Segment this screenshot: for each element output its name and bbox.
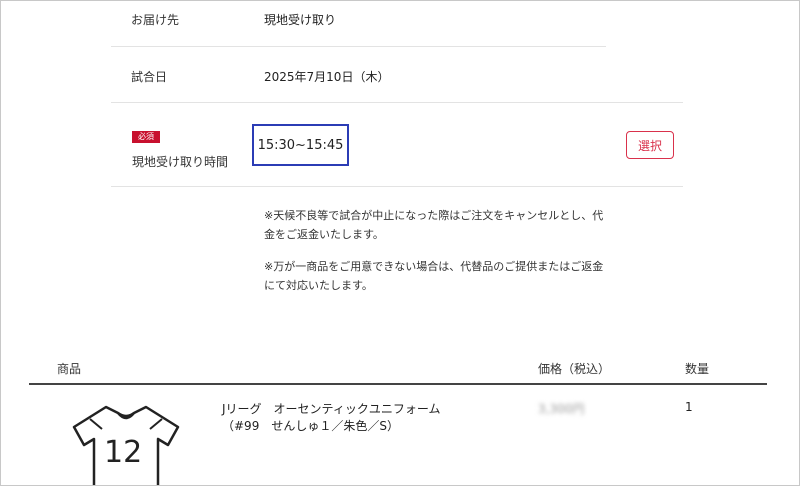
product-column-header: 商品 xyxy=(57,362,82,376)
quantity-column-header: 数量 xyxy=(685,362,710,376)
required-badge: 必須 xyxy=(132,131,160,143)
select-time-button[interactable]: 選択 xyxy=(626,131,674,159)
product-variant: （#99 せんしゅ１／朱色／S） xyxy=(222,419,399,433)
product-quantity: 1 xyxy=(685,400,693,414)
price-column-header: 価格（税込） xyxy=(538,362,611,376)
match-date-label: 試合日 xyxy=(131,70,168,84)
jersey-number: 12 xyxy=(104,435,143,470)
pickup-time-value[interactable]: 15:30~15:45 xyxy=(252,124,349,166)
pickup-time-label: 現地受け取り時間 xyxy=(132,155,229,169)
divider xyxy=(111,46,606,47)
order-details-panel: お届け先 現地受け取り 試合日 2025年7月10日（木） 必須 現地受け取り時… xyxy=(0,0,800,486)
pickup-time-text: 15:30~15:45 xyxy=(257,137,344,153)
delivery-label: お届け先 xyxy=(131,13,180,27)
match-date-value: 2025年7月10日（木） xyxy=(264,70,390,84)
cancellation-note: ※天候不良等で試合が中止になった際はご注文をキャンセルとし、代金をご返金いたしま… xyxy=(264,209,604,241)
table-header-rule xyxy=(29,383,767,385)
product-price: 3,300円 xyxy=(538,400,584,417)
divider xyxy=(111,102,683,103)
price-amount: 3,300円 xyxy=(538,402,585,416)
product-name: Jリーグ オーセンティックユニフォーム xyxy=(222,402,441,416)
substitution-note: ※万が一商品をご用意できない場合は、代替品のご提供またはご返金にて対応いたします… xyxy=(264,260,604,292)
jersey-image: 12 xyxy=(66,405,186,485)
delivery-value: 現地受け取り xyxy=(264,13,337,27)
divider xyxy=(111,186,683,187)
